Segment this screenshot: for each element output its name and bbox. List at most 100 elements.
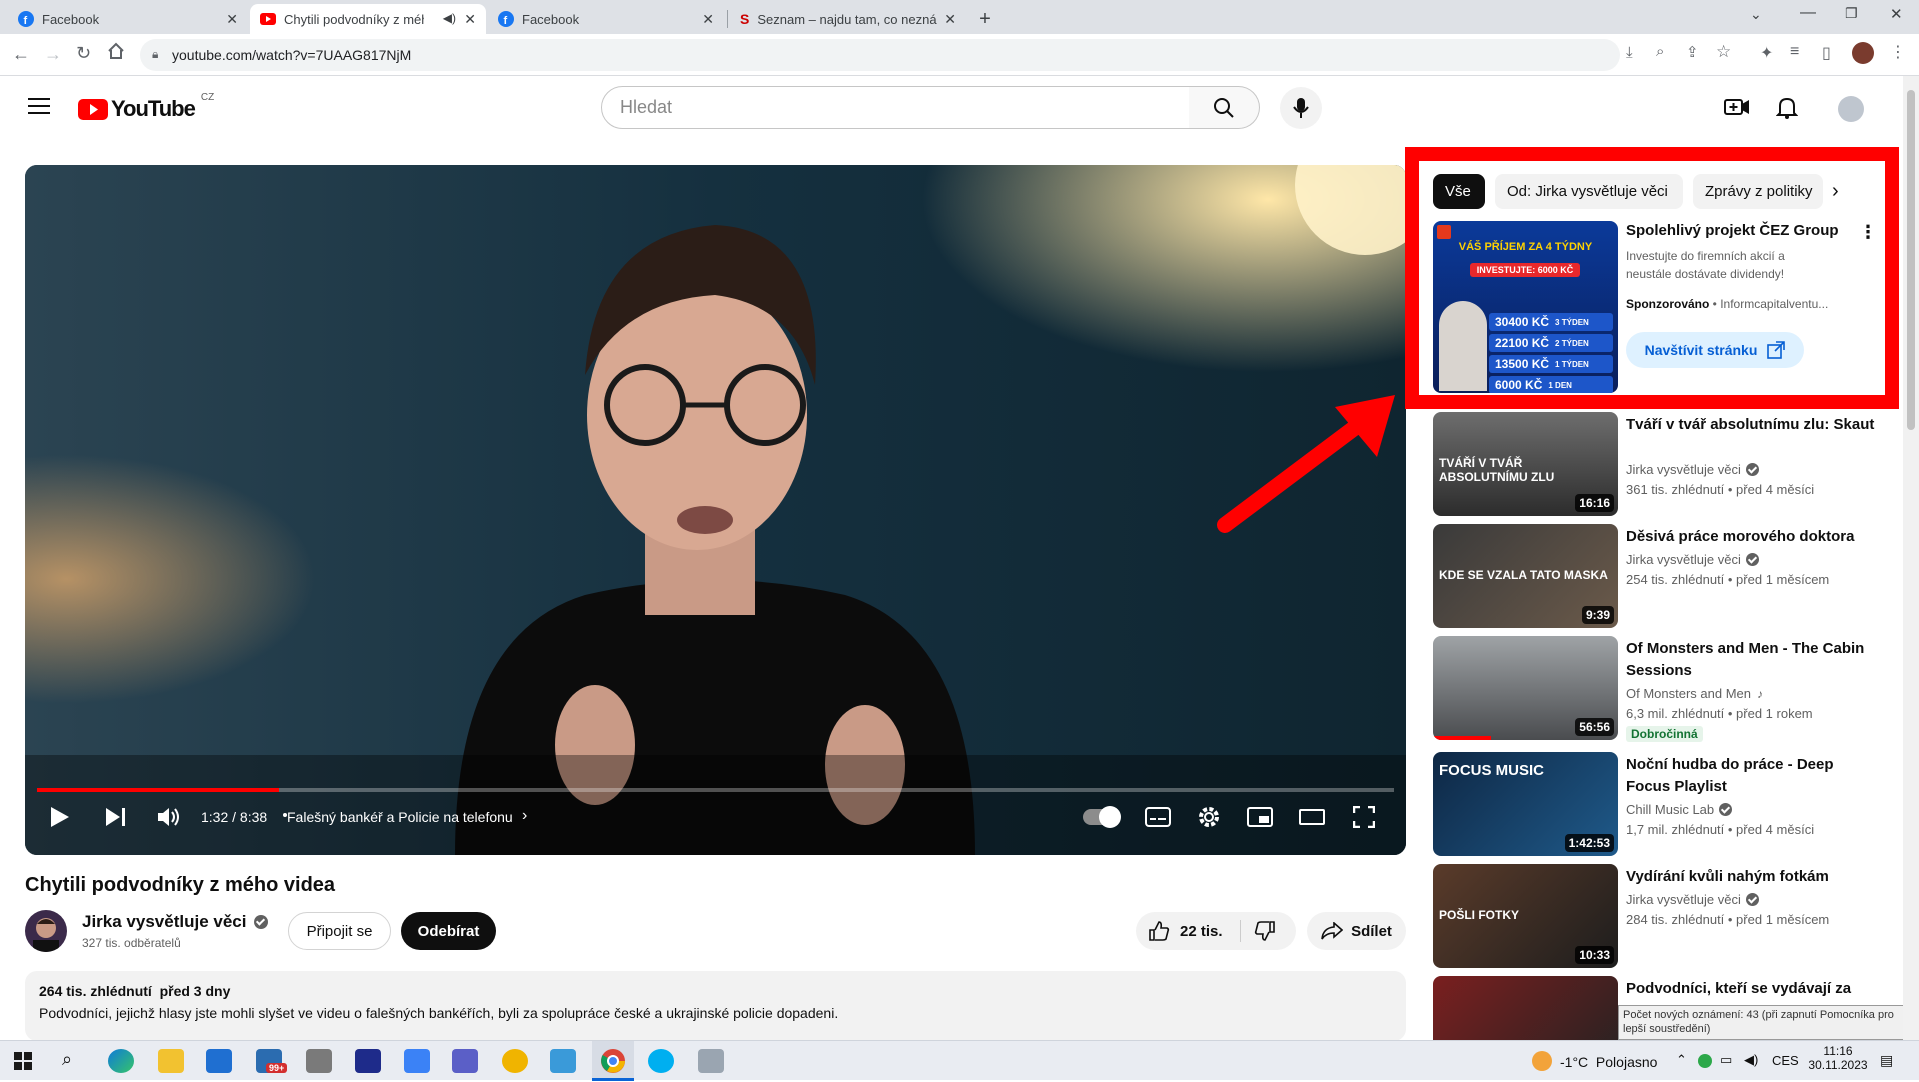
rec-channel[interactable]: Jirka vysvětluje věci [1626, 552, 1741, 567]
ad-title[interactable]: Spolehlivý projekt ČEZ Group [1626, 222, 1866, 239]
recommendation-item[interactable]: POŠLI FOTKY 10:33 Vydírání kvůli nahým fot… [1433, 864, 1903, 970]
media-icon[interactable]: ≡ [1790, 43, 1799, 61]
norton-icon[interactable] [502, 1049, 528, 1073]
skype-icon[interactable] [648, 1049, 674, 1073]
tab-youtube[interactable]: Chytili podvodníky z mého videa ◀) ✕ [250, 4, 486, 34]
account-avatar[interactable] [1838, 96, 1864, 122]
recommendation-item[interactable]: 56:56 Of Monsters and Men - The Cabin Ses… [1433, 636, 1903, 742]
voice-search-button[interactable] [1280, 87, 1322, 129]
clock[interactable]: 11:16 30.11.2023 [1808, 1044, 1868, 1072]
app-icon[interactable] [550, 1049, 576, 1073]
close-window-button[interactable]: ✕ [1890, 5, 1903, 23]
volume-icon[interactable] [157, 806, 181, 828]
visit-site-button[interactable]: Navštívit stránku [1626, 332, 1804, 368]
minimize-button[interactable]: — [1800, 4, 1816, 22]
network-tray-icon[interactable]: ▭ [1720, 1052, 1732, 1068]
rec-channel-row[interactable]: Of Monsters and Men ♪ [1626, 686, 1763, 701]
ad-menu-kebab-icon[interactable]: ⋮ [1859, 222, 1877, 243]
page-scrollbar[interactable] [1903, 76, 1919, 1040]
file-explorer-icon[interactable] [158, 1049, 184, 1073]
channel-avatar[interactable] [25, 910, 67, 952]
recommendation-item[interactable]: TVÁŘÍ V TVÁŘ ABSOLUTNÍMU ZLU 16:16 Tváří v… [1433, 412, 1903, 518]
bookmark-star-icon[interactable]: ☆ [1716, 42, 1731, 62]
rec-channel[interactable]: Jirka vysvětluje věci [1626, 462, 1741, 477]
search-input[interactable] [602, 87, 1189, 128]
ad-thumbnail[interactable]: VÁŠ PŘÍJEM ZA 4 TÝDNY INVESTUJTE: 6000 K… [1433, 221, 1618, 393]
rec-title[interactable]: Podvodníci, kteří se vydávají za [1626, 978, 1881, 1000]
join-button[interactable]: Připojit se [288, 912, 391, 950]
video-player[interactable]: 1:32 / 8:38 Falešný bankéř a Policie na … [25, 165, 1406, 855]
rec-thumbnail[interactable]: TVÁŘÍ V TVÁŘ ABSOLUTNÍMU ZLU 16:16 [1433, 412, 1618, 516]
extensions-icon[interactable]: ✦ [1760, 43, 1773, 63]
close-tab-icon[interactable]: ✕ [464, 11, 476, 28]
search-button[interactable] [1189, 86, 1260, 129]
home-icon[interactable] [106, 41, 126, 61]
weather-text[interactable]: -1°C Polojasno [1560, 1054, 1657, 1070]
rec-thumbnail[interactable]: POŠLI FOTKY 10:33 [1433, 864, 1618, 968]
chips-next-chevron-icon[interactable]: › [1832, 180, 1839, 203]
subtitles-icon[interactable] [1145, 807, 1171, 827]
security-tray-icon[interactable] [1698, 1054, 1712, 1068]
weather-icon[interactable] [1532, 1051, 1552, 1071]
channel-name-row[interactable]: Jirka vysvětluje věci [82, 912, 269, 932]
youtube-logo[interactable]: YouTube CZ [78, 92, 214, 122]
search-box[interactable] [601, 86, 1190, 129]
restore-button[interactable]: ❐ [1845, 5, 1858, 22]
close-tab-icon[interactable]: ✕ [944, 11, 956, 28]
channel-name[interactable]: Jirka vysvětluje věci [82, 912, 246, 932]
create-video-icon[interactable] [1724, 96, 1750, 118]
rec-channel[interactable]: Chill Music Lab [1626, 802, 1714, 817]
progress-track[interactable] [37, 788, 1394, 792]
chip-from-channel[interactable]: Od: Jirka vysvětluje věci [1495, 174, 1683, 209]
side-panel-icon[interactable]: ▯ [1822, 43, 1831, 63]
menu-kebab-icon[interactable]: ⋮ [1890, 42, 1906, 62]
chip-all[interactable]: Vše [1433, 174, 1485, 209]
rec-thumbnail[interactable]: 56:56 [1433, 636, 1618, 740]
thumbs-up-icon[interactable] [1148, 920, 1170, 942]
rec-thumbnail[interactable]: KDE SE VZALA TATO MASKA 9:39 [1433, 524, 1618, 628]
share-icon[interactable]: ⇪ [1686, 43, 1699, 61]
settings-gear-icon[interactable] [1197, 805, 1221, 829]
chapter-title[interactable]: Falešný bankéř a Policie na telefonu [287, 809, 513, 825]
rec-channel-row[interactable]: Chill Music Lab [1626, 802, 1733, 817]
teams-icon[interactable] [452, 1049, 478, 1073]
play-button[interactable] [50, 806, 70, 828]
tray-expand-icon[interactable]: ⌃ [1676, 1052, 1687, 1068]
printer-icon[interactable] [306, 1049, 332, 1073]
search-icon[interactable]: ⌕ [62, 1049, 72, 1070]
forward-button[interactable]: → [44, 44, 62, 65]
subscribe-button[interactable]: Odebírat [401, 912, 496, 950]
thumbs-down-icon[interactable] [1254, 920, 1276, 942]
scrollbar-thumb[interactable] [1907, 90, 1915, 430]
rec-title[interactable]: Tváří v tvář absolutnímu zlu: Skaut [1626, 414, 1881, 436]
next-button[interactable] [105, 807, 127, 827]
rec-channel-row[interactable]: Jirka vysvětluje věci [1626, 462, 1759, 477]
recommendation-item[interactable]: KDE SE VZALA TATO MASKA 9:39 Děsivá práce … [1433, 524, 1903, 630]
address-bar[interactable]: 🔒︎ youtube.com/watch?v=7UAAG817NjM [140, 39, 1620, 71]
theater-mode-icon[interactable] [1299, 807, 1325, 827]
rec-title[interactable]: Noční hudba do práce - Deep Focus Playli… [1626, 754, 1881, 798]
rec-channel-row[interactable]: Jirka vysvětluje věci [1626, 892, 1759, 907]
language-indicator[interactable]: CES [1772, 1053, 1799, 1068]
store-icon[interactable] [206, 1049, 232, 1073]
miniplayer-icon[interactable] [1247, 807, 1273, 827]
notifications-bell-icon[interactable] [1776, 96, 1798, 120]
reload-button[interactable]: ↻ [76, 43, 91, 64]
share-button[interactable]: Sdílet [1307, 912, 1406, 950]
new-tab-button[interactable]: + [972, 6, 998, 32]
volume-tray-icon[interactable]: ◀) [1744, 1052, 1758, 1068]
autoplay-toggle[interactable] [1083, 806, 1121, 828]
tab-facebook-1[interactable]: f Facebook ✕ [8, 4, 248, 34]
rec-title[interactable]: Of Monsters and Men - The Cabin Sessions [1626, 638, 1881, 682]
description-box[interactable]: 264 tis. zhlédnutí před 3 dny Podvodníci… [25, 971, 1406, 1041]
rec-title[interactable]: Děsivá práce morového doktora [1626, 526, 1881, 548]
edge-icon[interactable] [108, 1049, 134, 1073]
close-tab-icon[interactable]: ✕ [702, 11, 714, 28]
speaker-icon[interactable]: ◀) [443, 11, 456, 25]
zoom-icon[interactable]: ⌕ [1656, 43, 1664, 60]
like-count[interactable]: 22 tis. [1180, 923, 1223, 940]
recommendation-item[interactable]: FOCUS MUSIC 1:42:53 Noční hudba do práce -… [1433, 752, 1903, 858]
network-app-icon[interactable] [698, 1049, 724, 1073]
outlook-icon[interactable] [404, 1049, 430, 1073]
tab-seznam[interactable]: S Seznam – najdu tam, co neznám ✕ [730, 4, 966, 34]
